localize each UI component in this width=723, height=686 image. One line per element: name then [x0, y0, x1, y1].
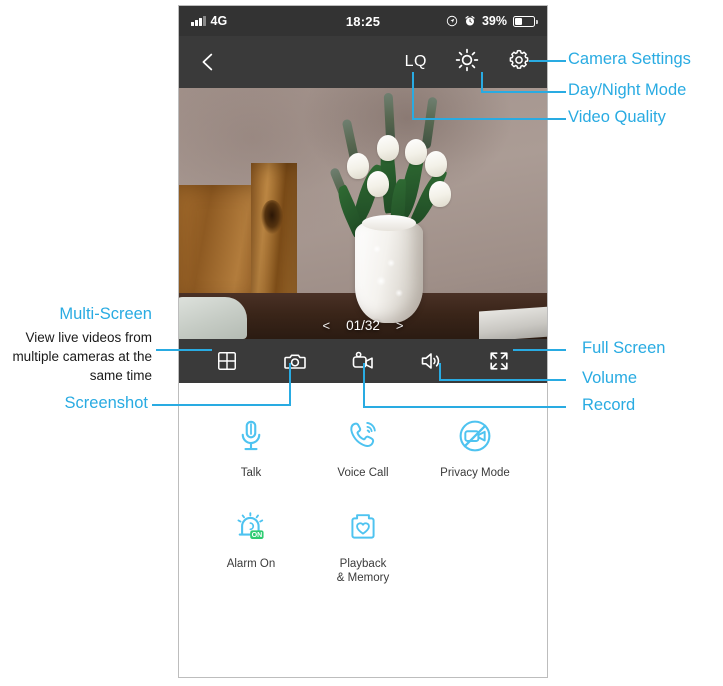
screenshot-button[interactable]: [278, 346, 312, 376]
talk-button[interactable]: Talk: [195, 415, 307, 480]
function-row-1: Talk Voice Call Privacy Mode: [179, 383, 547, 480]
video-camera-icon: [352, 351, 373, 369]
gear-icon: [509, 49, 529, 69]
talk-icon-wrap: [236, 415, 266, 457]
annotation-video-quality: Video Quality: [568, 108, 666, 126]
status-bar: 4G 18:25 39%: [179, 6, 547, 36]
battery-percent-label: 39%: [481, 14, 507, 28]
full-screen-button[interactable]: [482, 346, 516, 376]
battery-icon: [513, 15, 538, 27]
talk-label: Talk: [240, 467, 262, 479]
phone-frame: 4G 18:25 39% LQ < 01/32 > Talk Voice Cal…: [178, 5, 548, 678]
back-button[interactable]: [195, 49, 221, 75]
video-wood-knot: [261, 200, 283, 234]
playback-memory-label: Playback & Memory: [337, 557, 389, 585]
annotation-volume: Volume: [582, 369, 638, 387]
camera-icon: [284, 354, 306, 369]
annotation-record: Record: [582, 396, 636, 414]
playback-line-2: & Memory: [336, 572, 390, 584]
speaker-icon: [421, 353, 440, 369]
multi-screen-button[interactable]: [210, 346, 244, 376]
screenshot-root: 4G 18:25 39% LQ < 01/32 > Talk Voice Cal…: [0, 0, 723, 686]
alarm-on-label: Alarm On: [226, 558, 276, 570]
playback-icon-wrap: [347, 506, 379, 548]
video-toolbar: [179, 339, 547, 383]
alarm-badge-text: ON: [252, 532, 263, 539]
annotation-multi-screen-desc: View live videos from multiple cameras a…: [12, 330, 152, 383]
phone-waves-icon: [350, 422, 376, 447]
video-quality-button[interactable]: LQ: [405, 53, 427, 71]
alarm-clock-icon: [465, 15, 475, 26]
privacy-mode-icon-wrap: [458, 415, 492, 457]
function-row-2: ON Alarm On Playback & Memory: [179, 480, 547, 585]
alarm-bell-icon: ON: [237, 512, 264, 540]
annotation-full-screen: Full Screen: [582, 339, 666, 357]
playback-line-1: Playback: [339, 558, 387, 570]
pager-count-label: 01/32: [346, 318, 380, 333]
video-vase: [355, 215, 423, 323]
function-panel: Talk Voice Call Privacy Mode ON Alarm On…: [179, 383, 547, 677]
microphone-icon: [241, 420, 261, 451]
video-feed[interactable]: < 01/32 >: [179, 88, 547, 339]
video-vase-texture: [367, 237, 411, 307]
status-bar-right: 39%: [446, 14, 538, 28]
video-pager: < 01/32 >: [179, 318, 547, 333]
annotation-camera-settings: Camera Settings: [568, 50, 691, 68]
function-empty-slot: [419, 506, 531, 585]
chevron-left-icon: [202, 53, 213, 71]
nav-bar-actions: LQ: [405, 48, 531, 77]
nav-bar: LQ: [179, 36, 547, 88]
voice-call-label: Voice Call: [337, 467, 389, 479]
grid-icon: [218, 352, 236, 370]
privacy-mode-label: Privacy Mode: [440, 467, 510, 479]
alarm-on-button[interactable]: ON Alarm On: [195, 506, 307, 585]
sun-icon: [455, 48, 479, 71]
camera-settings-button[interactable]: [507, 48, 531, 77]
location-icon: [446, 15, 458, 27]
alarm-icon-wrap: ON: [234, 506, 268, 548]
playback-memory-button[interactable]: Playback & Memory: [307, 506, 419, 585]
annotation-screenshot: Screenshot: [64, 394, 148, 412]
expand-arrows-icon: [490, 352, 508, 370]
sd-card-heart-icon: [351, 514, 375, 539]
pager-prev-button[interactable]: <: [323, 318, 331, 333]
annotation-day-night-mode: Day/Night Mode: [568, 81, 687, 99]
camera-off-icon: [459, 420, 491, 452]
privacy-mode-button[interactable]: Privacy Mode: [419, 415, 531, 480]
voice-call-icon-wrap: [347, 415, 379, 457]
voice-call-button[interactable]: Voice Call: [307, 415, 419, 480]
record-button[interactable]: [346, 346, 380, 376]
annotation-multi-screen-title: Multi-Screen: [59, 305, 152, 323]
volume-button[interactable]: [414, 346, 448, 376]
day-night-mode-button[interactable]: [455, 48, 479, 77]
pager-next-button[interactable]: >: [396, 318, 404, 333]
